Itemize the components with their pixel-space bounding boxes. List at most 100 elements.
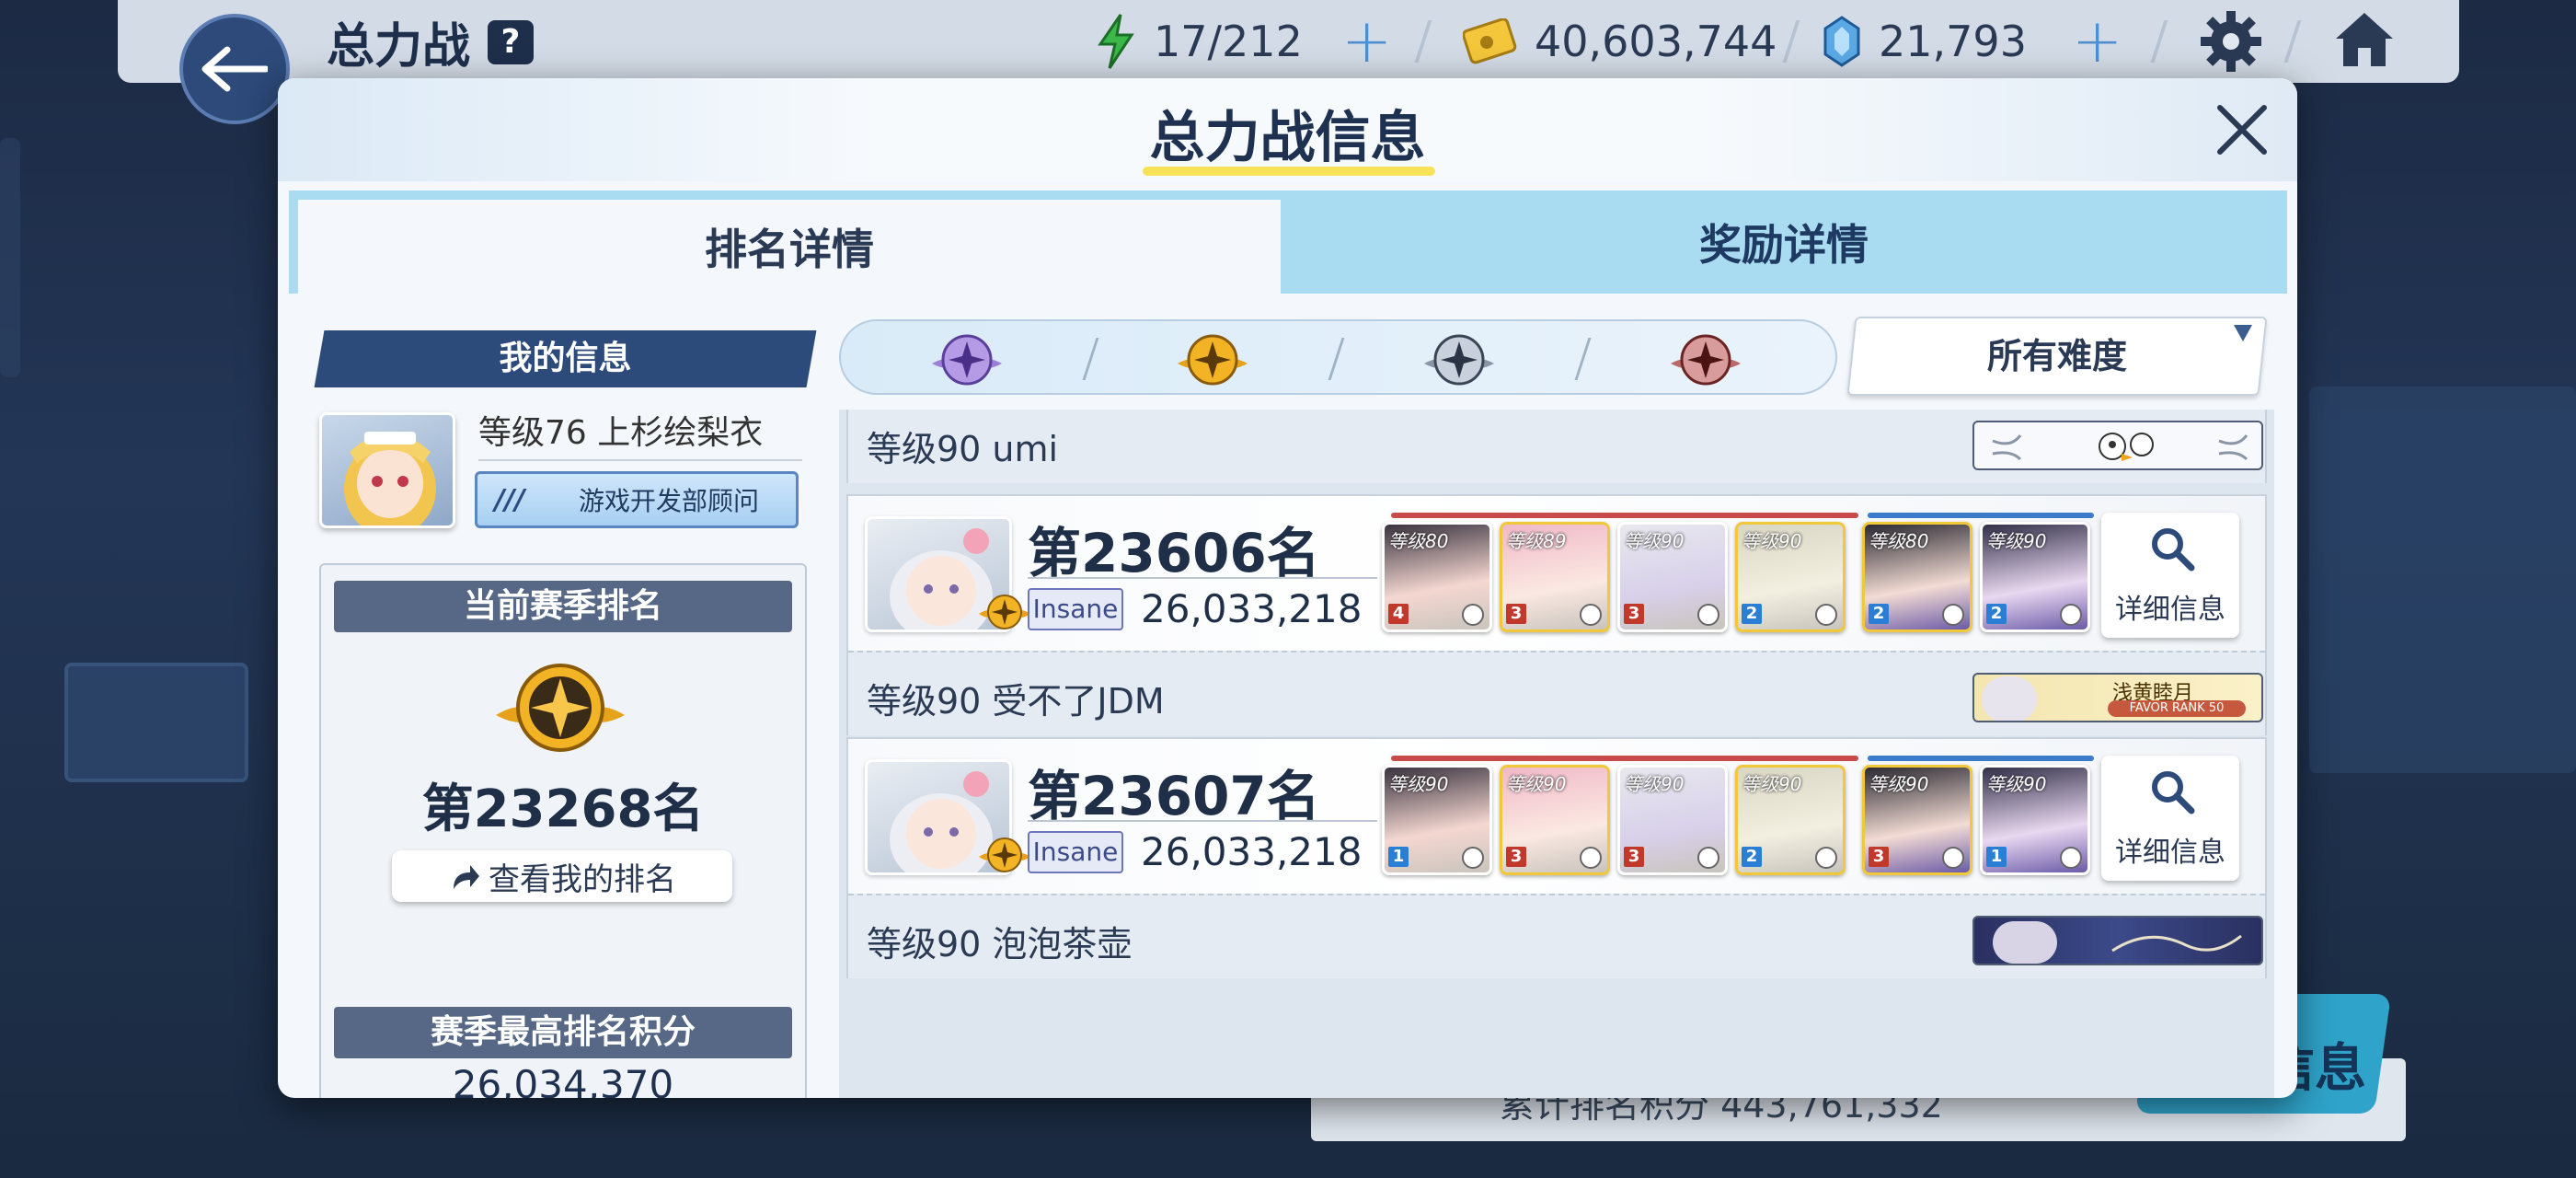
game-dev-logo-icon: /// — [494, 483, 525, 516]
role-icon — [1697, 847, 1719, 869]
detail-info-button[interactable]: 详细信息 — [2101, 756, 2239, 881]
member-star: 1 — [1986, 847, 2007, 867]
team-member-card[interactable]: 等级90 3 — [1617, 522, 1728, 632]
entry-footer: 等级90 泡泡茶壶 — [848, 894, 2265, 978]
team-member-card[interactable]: 等级80 4 — [1382, 522, 1492, 632]
pyroxene-plus-button[interactable]: + — [2072, 11, 2122, 72]
view-my-rank-button[interactable]: 查看我的排名 — [392, 850, 732, 902]
energy-plus-button[interactable]: + — [1341, 11, 1392, 72]
energy-value: 17/212 — [1154, 17, 1303, 66]
my-info-header: 我的信息 — [499, 340, 632, 377]
divider — [1028, 820, 1377, 822]
tab-bar: 排名详情 奖励详情 — [289, 191, 2287, 294]
title-underline — [1143, 167, 1435, 176]
player-name: 等级90 受不了JDM — [867, 681, 1165, 722]
gear-icon — [2201, 11, 2261, 72]
difficulty-badge: Insane — [1028, 831, 1123, 873]
bg-panel-left — [0, 138, 20, 377]
role-icon — [1815, 847, 1837, 869]
member-level: 等级90 — [1986, 773, 2047, 795]
divider — [1574, 338, 1592, 380]
difficulty-insane-icon[interactable] — [1174, 327, 1251, 391]
striker-bar — [1391, 756, 1858, 761]
player-emblem: 浅黄睦月 FAVOR RANK 50 — [1972, 673, 2263, 722]
settings-button[interactable] — [2199, 9, 2263, 77]
ranking-list[interactable]: Insane26,033,218332223详细信息等级90 umi第23606… — [839, 410, 2274, 1098]
member-star: 2 — [1869, 604, 1889, 624]
entry-rank: 第23606名 — [1028, 522, 1320, 584]
close-button[interactable] — [2213, 100, 2271, 159]
detail-info-label: 详细信息 — [2115, 837, 2225, 869]
credits-value: 40,603,744 — [1535, 17, 1777, 66]
divider — [1328, 338, 1345, 380]
team-member-card[interactable]: 等级90 2 — [1980, 522, 2090, 632]
difficulty-torment-icon[interactable] — [1420, 327, 1498, 391]
member-level: 等级80 — [1869, 530, 1929, 552]
emblem-portrait — [1993, 921, 2057, 964]
bg-monitor — [64, 663, 248, 782]
tab-ranking-details[interactable]: 排名详情 — [298, 200, 1281, 294]
pyroxene-value: 21,793 — [1879, 17, 2027, 66]
divider — [478, 459, 802, 461]
credit-card-icon — [1463, 18, 1517, 64]
member-level: 等级90 — [1624, 530, 1685, 552]
member-star: 1 — [1388, 847, 1409, 867]
role-icon — [2060, 604, 2082, 626]
role-icon — [1462, 604, 1484, 626]
insane-medal-icon — [977, 831, 1032, 877]
magnifier-icon — [2149, 525, 2195, 572]
member-level: 等级80 — [1388, 530, 1449, 552]
current-rank-value: 第23268名 — [421, 780, 705, 839]
difficulty-lunatic-icon[interactable] — [1667, 327, 1744, 391]
home-icon — [2336, 13, 2393, 66]
member-level: 等级90 — [1986, 530, 2047, 552]
tab-reward-details[interactable]: 奖励详情 — [1281, 191, 2287, 294]
emblem-favor: FAVOR RANK 50 — [2108, 700, 2246, 717]
team-member-card[interactable]: 等级90 3 — [1617, 765, 1728, 875]
avatar-portrait — [344, 432, 436, 525]
back-button[interactable] — [179, 14, 290, 124]
home-button[interactable] — [2332, 7, 2397, 75]
team-member-card[interactable]: 等级90 1 — [1382, 765, 1492, 875]
member-level: 等级89 — [1506, 530, 1567, 552]
team-lineup: 等级90 1 等级90 3 等级90 3 等级90 2 等级90 3 等级90 1 — [1382, 756, 2094, 877]
team-member-card[interactable]: 等级90 2 — [1735, 522, 1846, 632]
emblem-portrait — [1982, 676, 2037, 721]
player-emblem — [1972, 916, 2263, 965]
team-member-card[interactable]: 等级90 3 — [1862, 765, 1972, 875]
divider — [1082, 338, 1099, 380]
entry-footer: 等级90 受不了JDM 浅黄睦月 FAVOR RANK 50 — [848, 651, 2265, 735]
member-star: 2 — [1742, 847, 1762, 867]
team-member-card[interactable]: 等级80 2 — [1862, 522, 1972, 632]
dropdown-arrow-icon — [2234, 325, 2252, 341]
title-badge: /// 游戏开发部顾问 — [475, 471, 799, 528]
pyroxene-icon — [1823, 16, 1860, 67]
role-icon — [1815, 604, 1837, 626]
team-member-card[interactable]: 等级90 2 — [1735, 765, 1846, 875]
member-level: 等级90 — [1506, 773, 1567, 795]
modal-title: 总力战信息 — [1149, 106, 1426, 170]
member-star: 2 — [1986, 604, 2007, 624]
member-star: 3 — [1624, 847, 1644, 867]
team-member-card[interactable]: 等级89 3 — [1500, 522, 1610, 632]
difficulty-filter-bar — [839, 319, 1837, 395]
team-member-card[interactable]: 等级90 3 — [1500, 765, 1610, 875]
striker-bar — [1391, 513, 1858, 518]
energy-display: 17/212 — [1095, 9, 1303, 74]
detail-info-button[interactable]: 详细信息 — [2101, 513, 2239, 638]
player-name: 等级90 泡泡茶壶 — [867, 924, 1133, 964]
entry-rank: 第23607名 — [1028, 765, 1320, 827]
arrow-left-icon — [201, 46, 268, 92]
my-name: 等级76 上杉绘梨衣 — [478, 414, 764, 452]
lightning-icon — [1098, 14, 1134, 69]
special-bar — [1868, 756, 2094, 761]
role-icon — [1942, 604, 1964, 626]
help-button[interactable]: ? — [488, 20, 534, 64]
member-level: 等级90 — [1742, 773, 1802, 795]
difficulty-extreme-icon[interactable] — [928, 327, 1006, 391]
team-member-card[interactable]: 等级90 1 — [1980, 765, 2090, 875]
raid-info-modal: 总力战信息 排名详情 奖励详情 我的信息 等级76 上杉绘梨衣 /// 游戏开发… — [278, 78, 2297, 1098]
pyroxene-display: 21,793 — [1822, 9, 2027, 74]
season-ranking-box: 当前赛季排名 第23268名 查看我的排名 赛季最高排名积分 26,034,37… — [319, 563, 807, 1098]
member-star: 3 — [1869, 847, 1889, 867]
